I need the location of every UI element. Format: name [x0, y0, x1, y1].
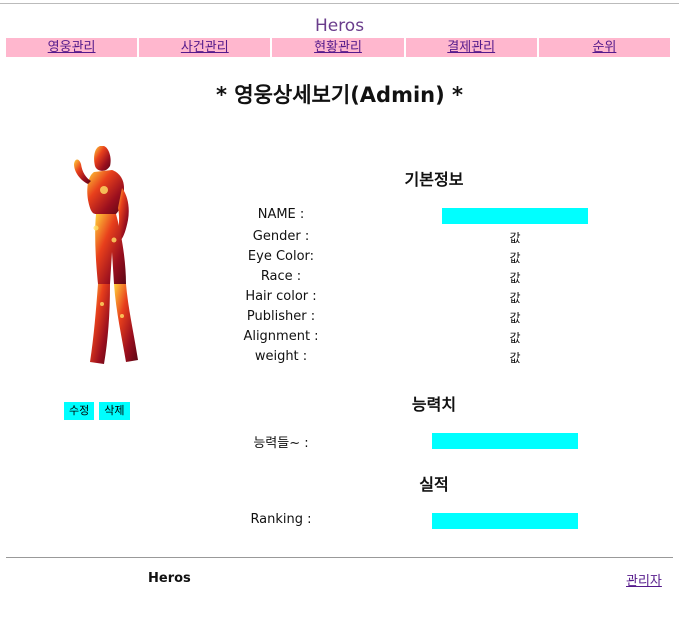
abilities-title: 능력치 [411, 395, 457, 414]
field-value-hair-color: 값 [509, 291, 521, 305]
nav-link-ranking[interactable]: 순위 [592, 40, 616, 55]
field-label-race: Race : [260, 269, 302, 284]
nav-payment-management: 결제관리 [405, 38, 537, 57]
field-label-weight: weight : [254, 349, 308, 364]
delete-button[interactable]: 삭제 [99, 402, 130, 420]
field-value-eye-color: 값 [509, 251, 521, 265]
action-buttons: 수정 삭제 [64, 402, 130, 420]
abilities-value [432, 433, 578, 449]
nav-link-incident-management[interactable]: 사건관리 [181, 40, 229, 55]
nav-hero-management: 영웅관리 [6, 38, 138, 57]
nav-link-status-management[interactable]: 현황관리 [314, 40, 362, 55]
field-value-weight: 값 [509, 351, 521, 365]
performance-title: 실적 [419, 475, 449, 494]
basic-info-title: 기본정보 [404, 170, 464, 189]
nav-link-payment-management[interactable]: 결제관리 [447, 40, 495, 55]
field-value-gender: 값 [509, 231, 521, 245]
field-label-eye-color: Eye Color: [247, 249, 315, 264]
footer-brand: Heros [148, 571, 191, 586]
ranking-value [432, 513, 578, 529]
field-value-publisher: 값 [509, 311, 521, 325]
hero-image [74, 146, 138, 364]
main-nav: 영웅관리 사건관리 현황관리 결제관리 순위 [6, 38, 671, 57]
ranking-label: Ranking : [250, 512, 312, 527]
admin-link[interactable]: 관리자 [626, 570, 662, 589]
field-label-gender: Gender : [252, 229, 310, 244]
nav-incident-management: 사건관리 [139, 38, 271, 57]
field-value-name [442, 208, 588, 224]
field-value-race: 값 [509, 271, 521, 285]
site-title: Heros [314, 16, 365, 36]
field-label-publisher: Publisher : [246, 309, 316, 324]
field-value-alignment: 값 [509, 331, 521, 345]
nav-ranking: 순위 [538, 38, 671, 57]
field-label-name: NAME : [257, 207, 305, 222]
page-heading: * 영웅상세보기(Admin) * [215, 83, 464, 107]
field-label-alignment: Alignment : [243, 329, 319, 344]
footer-divider [6, 557, 673, 558]
field-label-hair-color: Hair color : [245, 289, 317, 304]
nav-link-hero-management[interactable]: 영웅관리 [48, 40, 96, 55]
top-divider [0, 3, 679, 4]
nav-status-management: 현황관리 [272, 38, 404, 57]
edit-button[interactable]: 수정 [64, 402, 95, 420]
abilities-label: 능력들~ : [253, 436, 309, 451]
